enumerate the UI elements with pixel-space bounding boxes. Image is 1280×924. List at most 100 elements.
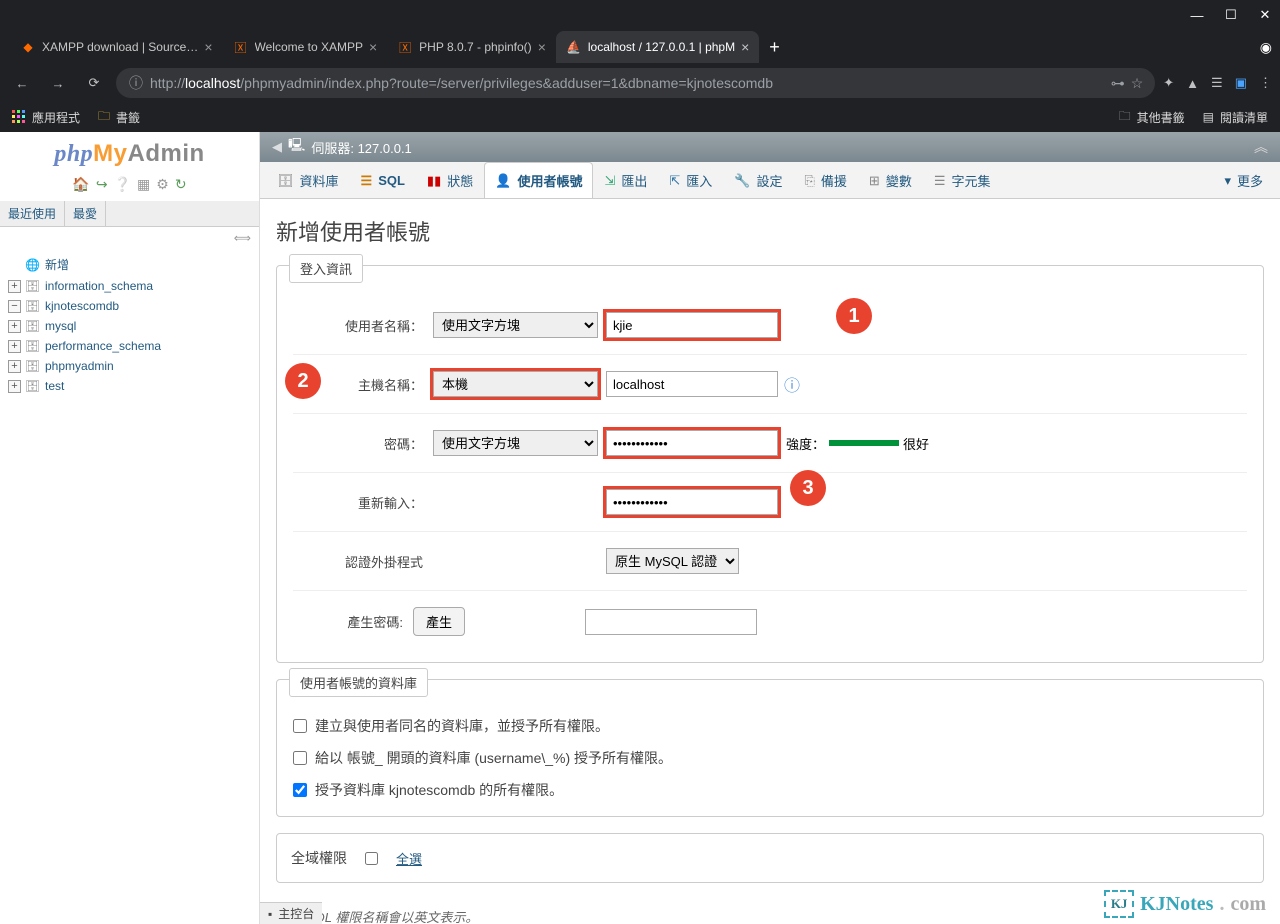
pma-logo[interactable]: phpMyAdmin [0, 132, 259, 172]
maximize-icon[interactable]: ☐ [1224, 8, 1238, 22]
collapse-icon[interactable]: − [8, 300, 21, 313]
minimize-icon[interactable]: — [1190, 8, 1204, 22]
tab-status[interactable]: ▮▮狀態 [416, 162, 484, 198]
address-bar[interactable]: ⓘ http://localhost/phpmyadmin/index.php?… [116, 68, 1155, 98]
browser-tab-2[interactable]: 🅇 PHP 8.0.7 - phpinfo() × [387, 31, 556, 63]
tree-db-item[interactable]: −🗄kjnotescomdb [8, 296, 251, 316]
tab-more[interactable]: ▾更多 [1213, 162, 1274, 198]
import-icon: ⇱ [669, 173, 680, 189]
page-title: 新增使用者帳號 [276, 215, 1264, 247]
tab-replication[interactable]: ⎘備援 [794, 162, 858, 198]
expand-icon[interactable]: + [8, 380, 21, 393]
select-host-type[interactable]: 本機 [433, 371, 598, 397]
tab-charsets[interactable]: ☰字元集 [923, 162, 1002, 198]
reload-icon[interactable]: ↻ [175, 176, 187, 193]
close-tab-icon[interactable]: × [369, 39, 377, 55]
side-tab-favorites[interactable]: 最愛 [65, 201, 106, 226]
help-icon[interactable]: ⓘ [784, 372, 800, 396]
input-host[interactable] [606, 371, 778, 397]
database-icon: 🗄 [25, 339, 41, 353]
close-tab-icon[interactable]: × [204, 39, 212, 55]
favicon-icon: ⛵ [566, 39, 582, 55]
docs-icon[interactable]: ❔ [114, 176, 131, 193]
apps-shortcut[interactable]: 應用程式 [12, 109, 80, 126]
reload-button[interactable]: ⟳ [80, 69, 108, 97]
media-control-icon[interactable]: ◉ [1252, 39, 1280, 56]
check-wildcard-db[interactable]: 給以 帳號_ 開頭的資料庫 (username\_%) 授予所有權限。 [293, 742, 1247, 774]
expand-icon[interactable]: + [8, 340, 21, 353]
profile-icon[interactable]: ▲ [1186, 76, 1199, 91]
tab-user-accounts[interactable]: 👤使用者帳號 [484, 162, 593, 198]
forward-button[interactable]: → [44, 69, 72, 97]
bookmark-folder[interactable]: 🗀書籤 [98, 107, 140, 128]
reading-list-icon[interactable]: ☰ [1211, 75, 1223, 91]
link-select-all[interactable]: 全選 [396, 849, 422, 868]
server-label: 伺服器: 127.0.0.1 [311, 138, 411, 157]
sql-icon[interactable]: ▦ [137, 176, 150, 193]
checkbox[interactable] [293, 719, 307, 733]
tab-settings[interactable]: 🔧設定 [723, 162, 793, 198]
bookmark-star-icon[interactable]: ☆ [1131, 75, 1144, 92]
tab-title: XAMPP download | Source… [42, 40, 198, 54]
user-icon: 👤 [495, 173, 511, 189]
tab-sql[interactable]: ☰SQL [350, 162, 416, 198]
input-retype-password[interactable] [606, 489, 778, 515]
browser-tab-3[interactable]: ⛵ localhost / 127.0.0.1 | phpM × [556, 31, 759, 63]
browser-menu-icon[interactable]: ⋮ [1259, 75, 1272, 91]
tab-export[interactable]: ⇲匯出 [593, 162, 658, 198]
settings-icon[interactable]: ⚙ [156, 176, 169, 193]
extensions-icon[interactable]: ✦ [1163, 75, 1174, 91]
apps-icon [12, 110, 26, 124]
address-row: ← → ⟳ ⓘ http://localhost/phpmyadmin/inde… [0, 64, 1280, 102]
input-username[interactable] [606, 312, 778, 338]
qr-icon[interactable]: ▣ [1235, 75, 1247, 91]
reading-list-button[interactable]: ▤閱讀清單 [1203, 107, 1268, 128]
check-grant-db[interactable]: 授予資料庫 kjnotescomdb 的所有權限。 [293, 774, 1247, 806]
label-auth: 認證外掛程式 [293, 552, 423, 571]
back-button[interactable]: ← [8, 69, 36, 97]
other-bookmarks[interactable]: 🗀其他書籤 [1119, 107, 1185, 128]
select-username-type[interactable]: 使用文字方塊 [433, 312, 598, 338]
tab-import[interactable]: ⇱匯入 [658, 162, 723, 198]
checkbox-select-all[interactable] [365, 852, 378, 865]
tree-db-item[interactable]: +🗄phpmyadmin [8, 356, 251, 376]
site-info-icon[interactable]: ⓘ [128, 73, 144, 93]
sidebar-collapse-link[interactable]: ⟺ [0, 227, 259, 249]
left-arrow-icon[interactable]: ◀ [272, 139, 282, 155]
checkbox[interactable] [293, 751, 307, 765]
close-window-icon[interactable]: ✕ [1258, 8, 1272, 22]
tree-db-item[interactable]: +🗄mysql [8, 316, 251, 336]
logout-icon[interactable]: ↪ [96, 176, 108, 193]
password-key-icon[interactable]: ⊶ [1111, 75, 1125, 92]
input-password[interactable] [606, 430, 778, 456]
console-footer[interactable]: ▪ 主控台 [260, 902, 322, 924]
expand-icon[interactable]: + [8, 320, 21, 333]
tree-new[interactable]: 🌐 新增 [8, 253, 251, 276]
collapse-panel-icon[interactable]: ︽ [1254, 137, 1268, 157]
server-breadcrumb[interactable]: ◀ 🖳 伺服器: 127.0.0.1 ︽ [260, 132, 1280, 162]
select-auth-plugin[interactable]: 原生 MySQL 認證 [606, 548, 739, 574]
tab-variables[interactable]: ⊞變數 [858, 162, 923, 198]
side-tab-recent[interactable]: 最近使用 [0, 201, 65, 226]
tab-databases[interactable]: 🗄資料庫 [266, 162, 350, 198]
label-retype: 重新輸入： [293, 493, 423, 512]
new-tab-button[interactable]: + [759, 37, 790, 58]
browser-tab-0[interactable]: ◆ XAMPP download | Source… × [10, 31, 223, 63]
database-tree: 🌐 新增 +🗄information_schema −🗄kjnotescomdb… [0, 249, 259, 400]
browser-tab-1[interactable]: 🅇 Welcome to XAMPP × [223, 31, 388, 63]
generate-password-button[interactable]: 產生 [413, 607, 465, 636]
tree-db-item[interactable]: +🗄information_schema [8, 276, 251, 296]
expand-icon[interactable]: + [8, 360, 21, 373]
close-tab-icon[interactable]: × [538, 39, 546, 55]
input-generated-password[interactable] [585, 609, 757, 635]
select-password-type[interactable]: 使用文字方塊 [433, 430, 598, 456]
close-tab-icon[interactable]: × [741, 39, 749, 55]
tree-db-item[interactable]: +🗄test [8, 376, 251, 396]
home-icon[interactable]: 🏠 [72, 176, 89, 193]
sql-icon: ☰ [361, 173, 373, 189]
tree-db-item[interactable]: +🗄performance_schema [8, 336, 251, 356]
expand-icon[interactable]: + [8, 280, 21, 293]
check-same-name-db[interactable]: 建立與使用者同名的資料庫，並授予所有權限。 [293, 710, 1247, 742]
checkbox[interactable] [293, 783, 307, 797]
label-password: 密碼： [293, 434, 423, 453]
